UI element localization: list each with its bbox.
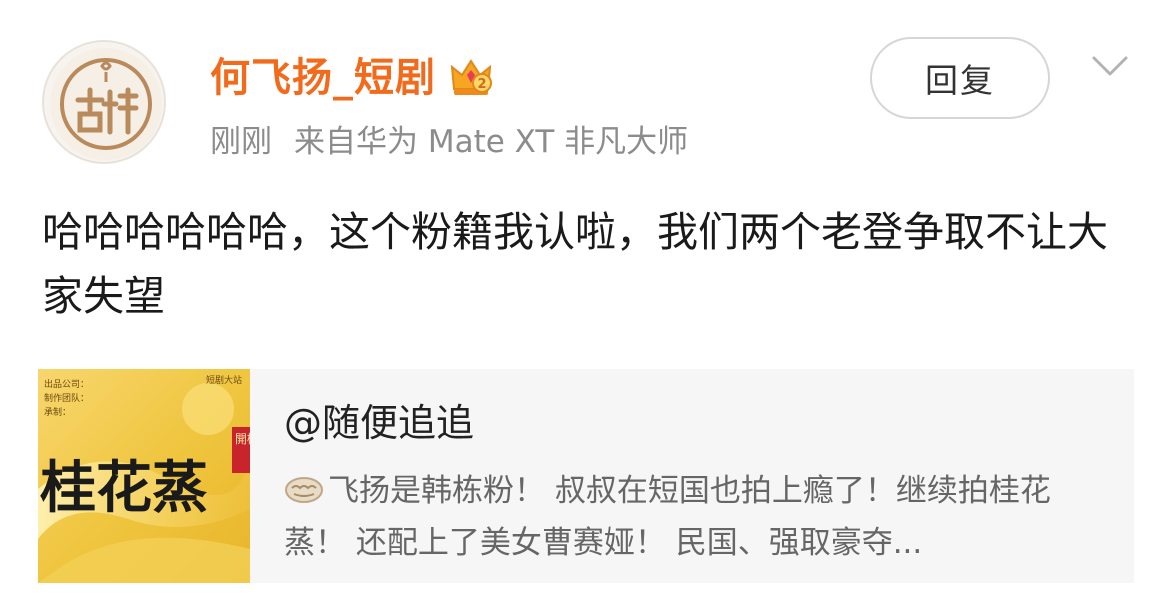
post-meta: 刚刚 来自华为 Mate XT 非凡大师 [210, 120, 688, 164]
shared-post-text: 飞扬是韩栋粉！ 叔叔在短国也拍上瘾了！继续拍桂花蒸！ 还配上了美女曹赛娅！ 民国… [284, 465, 1104, 569]
post-time: 刚刚 [210, 124, 272, 160]
poster-credit-3: 承制： [44, 406, 71, 418]
author-name[interactable]: 何飞扬_短剧 [210, 52, 436, 104]
poster-credit-1: 出品公司： [44, 378, 89, 390]
shared-post-thumbnail[interactable]: 出品公司： 制作团队： 承制： 短剧大站 桂花蒸 開機大吉 [38, 369, 250, 583]
shared-post-card[interactable]: 出品公司： 制作团队： 承制： 短剧大站 桂花蒸 開機大吉 @随便追追 飞扬是韩… [38, 369, 1134, 583]
chevron-down-icon[interactable] [1090, 52, 1130, 82]
crown-icon: 2 [450, 59, 492, 95]
post-text: 哈哈哈哈哈哈，这个粉籍我认啦，我们两个老登争取不让大家失望 [42, 208, 1108, 320]
drama-poster-image: 出品公司： 制作团队： 承制： 短剧大站 桂花蒸 開機大吉 [38, 369, 250, 583]
badge-level: 2 [477, 77, 486, 92]
author-row: 何飞扬_短剧 2 [210, 52, 494, 104]
shared-post-author[interactable]: @随便追追 [284, 399, 474, 447]
poster-credit-2: 制作团队： [44, 392, 89, 404]
poster-top-right: 短剧大站 [206, 374, 242, 386]
dumpling-emoji-icon [285, 477, 323, 503]
avatar-logo-icon [50, 48, 162, 160]
reply-button[interactable]: 回复 [870, 37, 1050, 119]
avatar[interactable] [42, 40, 166, 164]
shared-post-body: 飞扬是韩栋粉！ 叔叔在短国也拍上瘾了！继续拍桂花蒸！ 还配上了美女曹赛娅！ 民国… [284, 473, 1051, 561]
poster-title: 桂花蒸 [40, 455, 208, 521]
poster-corner-text: 開機大吉 [235, 431, 250, 446]
post-source: 来自华为 Mate XT 非凡大师 [294, 124, 689, 160]
weibo-comment: 何飞扬_短剧 2 刚刚 来自华为 Mate XT 非凡大师 回复 哈哈哈哈哈哈，这… [0, 0, 1170, 609]
